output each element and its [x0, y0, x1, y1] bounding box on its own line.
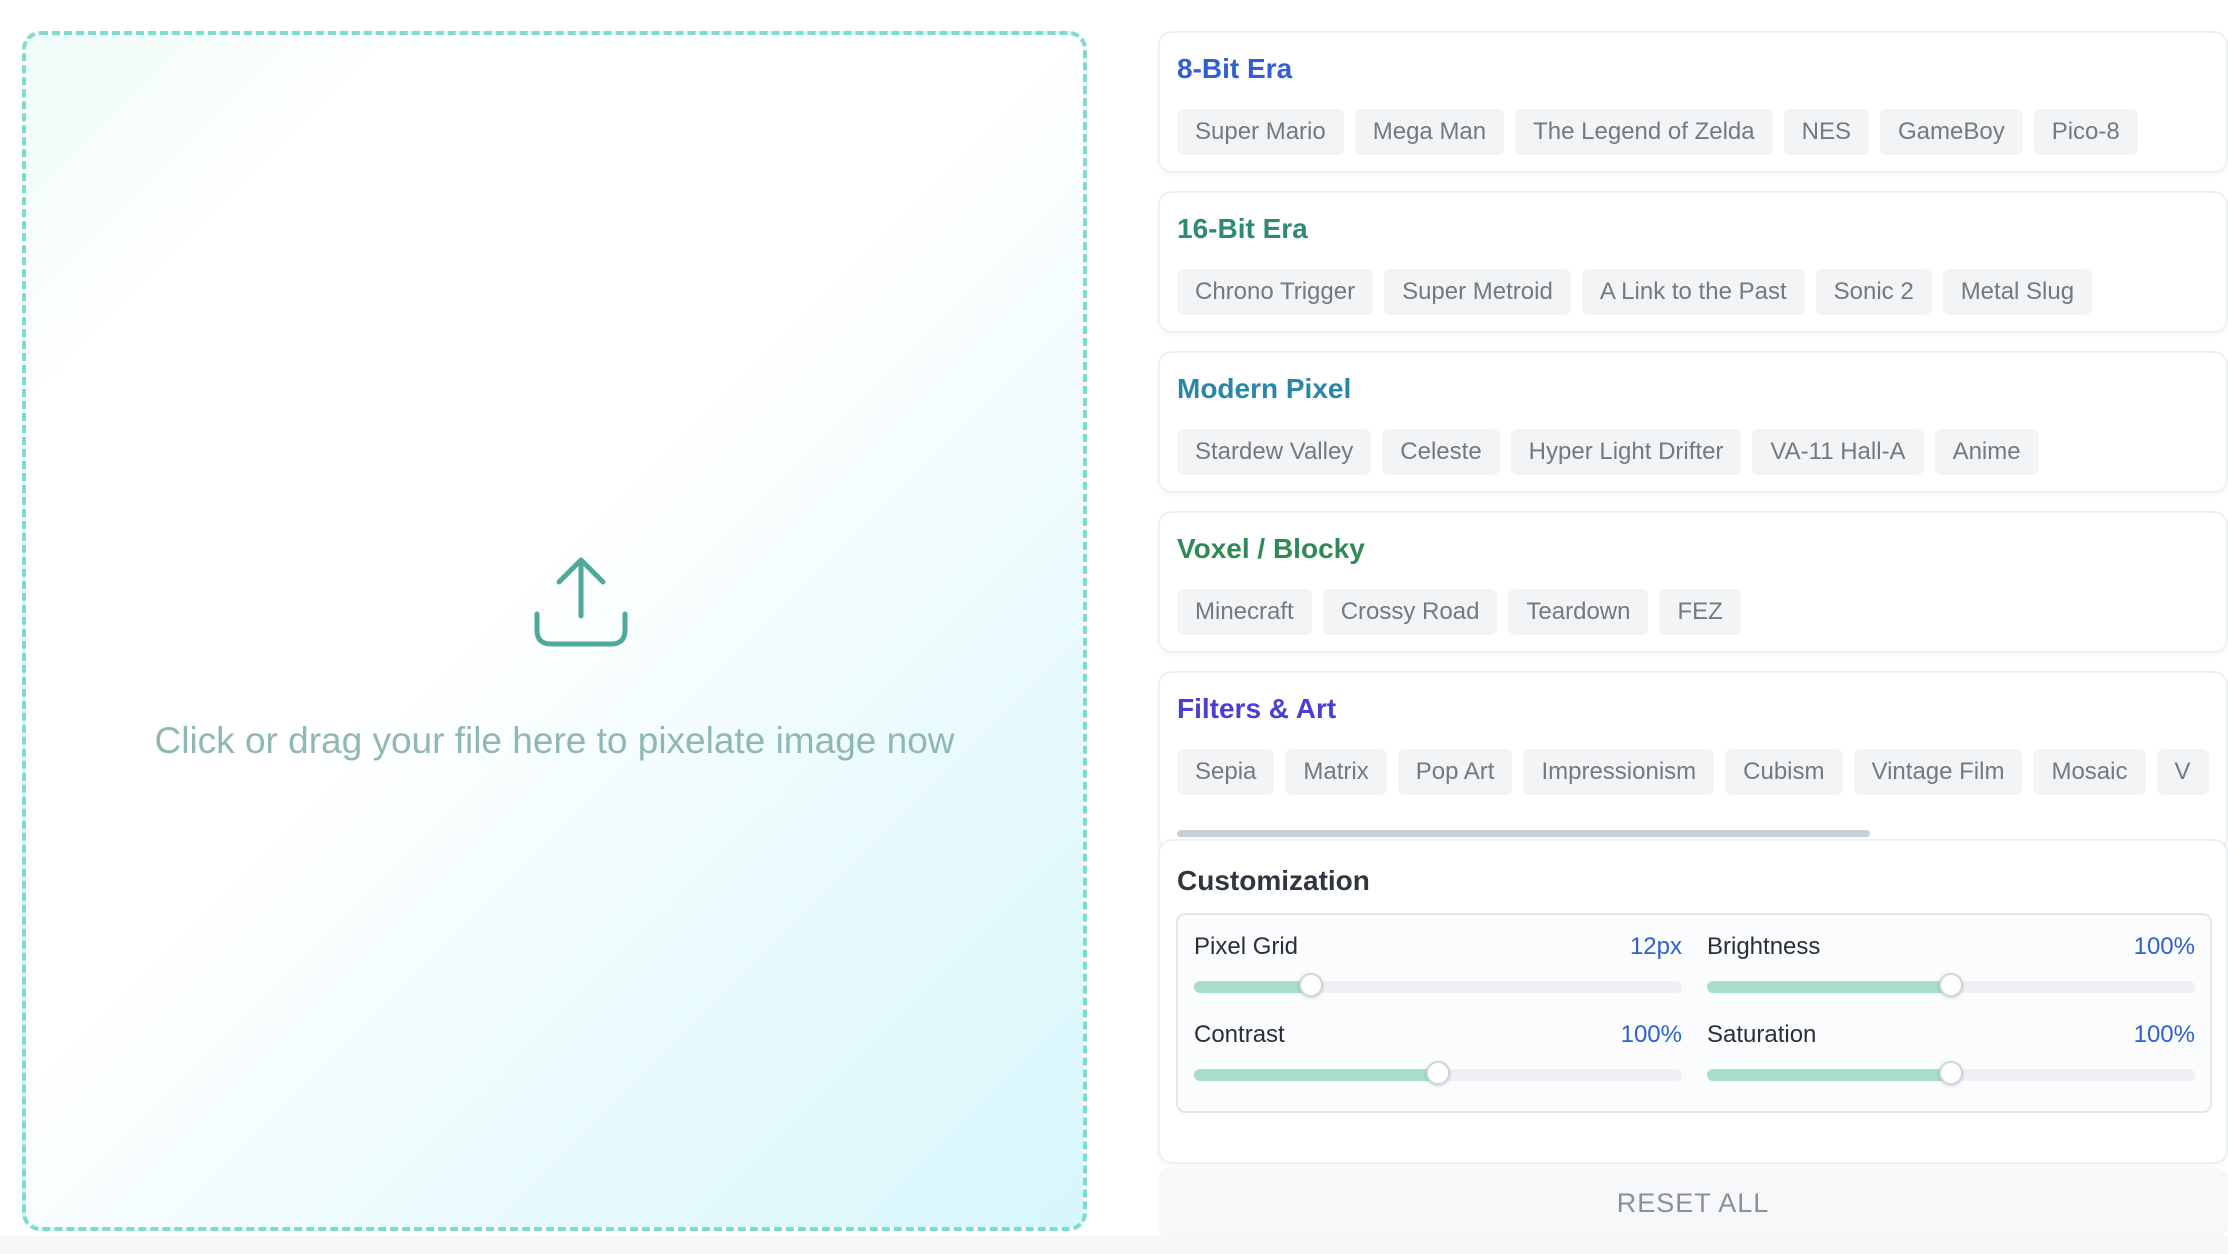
saturation-slider[interactable]	[1707, 1061, 2195, 1085]
slider-fill	[1707, 981, 1951, 993]
brightness-slider[interactable]	[1707, 973, 2195, 997]
category-title: 16-Bit Era	[1177, 213, 1308, 244]
slider-thumb[interactable]	[1426, 1061, 1450, 1085]
pixel-grid-control: Pixel Grid 12px	[1194, 933, 1682, 1003]
style-chip[interactable]: V	[2156, 749, 2209, 795]
style-chip[interactable]: FEZ	[1659, 589, 1741, 635]
chip-list: Minecraft Crossy Road Teardown FEZ	[1177, 589, 1741, 635]
style-chip[interactable]: A Link to the Past	[1581, 269, 1805, 315]
style-chip[interactable]: Hyper Light Drifter	[1510, 429, 1742, 475]
chip-list: Stardew Valley Celeste Hyper Light Drift…	[1177, 429, 2039, 475]
style-chip[interactable]: Sonic 2	[1815, 269, 1932, 315]
style-chip[interactable]: Cubism	[1725, 749, 1843, 795]
style-chip[interactable]: Mega Man	[1354, 109, 1505, 155]
control-value: 100%	[2133, 1021, 2195, 1048]
pixel-grid-slider[interactable]	[1194, 973, 1682, 997]
style-chip[interactable]: Crossy Road	[1322, 589, 1498, 635]
style-chip[interactable]: Anime	[1934, 429, 2039, 475]
category-title: 8-Bit Era	[1177, 53, 1293, 84]
chip-scroll-area[interactable]: Sepia Matrix Pop Art Impressionism Cubis…	[1177, 749, 2215, 829]
slider-thumb[interactable]	[1939, 973, 1963, 997]
category-card-voxel: Voxel / Blocky Minecraft Crossy Road Tea…	[1158, 511, 2228, 653]
style-chip[interactable]: Chrono Trigger	[1177, 269, 1374, 315]
chip-list: Super Mario Mega Man The Legend of Zelda…	[1177, 109, 2138, 155]
upload-dropzone[interactable]: Click or drag your file here to pixelate…	[22, 31, 1087, 1231]
bottom-strip	[0, 1236, 2228, 1254]
saturation-control: Saturation 100%	[1707, 1021, 2195, 1091]
slider-fill	[1194, 981, 1312, 993]
style-chip[interactable]: Super Metroid	[1384, 269, 1571, 315]
app-page: Click or drag your file here to pixelate…	[0, 0, 2228, 1254]
control-label: Brightness	[1707, 933, 1821, 960]
slider-fill	[1707, 1069, 1951, 1081]
category-title: Voxel / Blocky	[1177, 533, 1365, 564]
reset-all-button[interactable]: RESET ALL	[1158, 1168, 2228, 1238]
style-chip[interactable]: The Legend of Zelda	[1515, 109, 1773, 155]
style-chip[interactable]: Sepia	[1177, 749, 1275, 795]
category-title: Filters & Art	[1177, 693, 1337, 724]
dropzone-instructions: Click or drag your file here to pixelate…	[154, 720, 955, 761]
contrast-control: Contrast 100%	[1194, 1021, 1682, 1091]
style-chip[interactable]: Impressionism	[1523, 749, 1715, 795]
category-card-8bit: 8-Bit Era Super Mario Mega Man The Legen…	[1158, 31, 2228, 173]
control-label: Contrast	[1194, 1021, 1285, 1048]
slider-fill	[1194, 1069, 1438, 1081]
style-chip[interactable]: GameBoy	[1879, 109, 2023, 155]
customization-title: Customization	[1177, 865, 1370, 896]
horizontal-scrollbar[interactable]	[1177, 830, 1870, 837]
style-chip[interactable]: Matrix	[1285, 749, 1387, 795]
style-chip[interactable]: Teardown	[1508, 589, 1649, 635]
category-card-filters-art: Filters & Art Sepia Matrix Pop Art Impre…	[1158, 671, 2228, 851]
control-label: Pixel Grid	[1194, 933, 1299, 960]
style-chip[interactable]: VA-11 Hall-A	[1752, 429, 1924, 475]
contrast-slider[interactable]	[1194, 1061, 1682, 1085]
chip-list: Chrono Trigger Super Metroid A Link to t…	[1177, 269, 2093, 315]
chip-list: Sepia Matrix Pop Art Impressionism Cubis…	[1177, 749, 2209, 795]
customization-card: Customization Pixel Grid 12px Brightness…	[1158, 839, 2228, 1164]
control-value: 100%	[1620, 1021, 1682, 1048]
category-card-modern-pixel: Modern Pixel Stardew Valley Celeste Hype…	[1158, 351, 2228, 493]
category-card-16bit: 16-Bit Era Chrono Trigger Super Metroid …	[1158, 191, 2228, 333]
brightness-control: Brightness 100%	[1707, 933, 2195, 1003]
style-chip[interactable]: NES	[1783, 109, 1869, 155]
customization-controls: Pixel Grid 12px Brightness 100% Contrast…	[1176, 913, 2212, 1113]
control-label: Saturation	[1707, 1021, 1817, 1048]
control-value: 12px	[1629, 933, 1682, 960]
style-chip[interactable]: Vintage Film	[1853, 749, 2023, 795]
style-chip[interactable]: Celeste	[1382, 429, 1500, 475]
style-chip[interactable]: Mosaic	[2033, 749, 2146, 795]
category-title: Modern Pixel	[1177, 373, 1352, 404]
style-chip[interactable]: Pico-8	[2033, 109, 2138, 155]
style-chip[interactable]: Minecraft	[1177, 589, 1312, 635]
style-chip[interactable]: Metal Slug	[1942, 269, 2093, 315]
upload-icon	[534, 557, 628, 647]
slider-thumb[interactable]	[1299, 973, 1324, 997]
style-chip[interactable]: Super Mario	[1177, 109, 1344, 155]
style-chip[interactable]: Stardew Valley	[1177, 429, 1372, 475]
slider-thumb[interactable]	[1939, 1061, 1963, 1085]
control-value: 100%	[2133, 933, 2195, 960]
style-chip[interactable]: Pop Art	[1397, 749, 1513, 795]
